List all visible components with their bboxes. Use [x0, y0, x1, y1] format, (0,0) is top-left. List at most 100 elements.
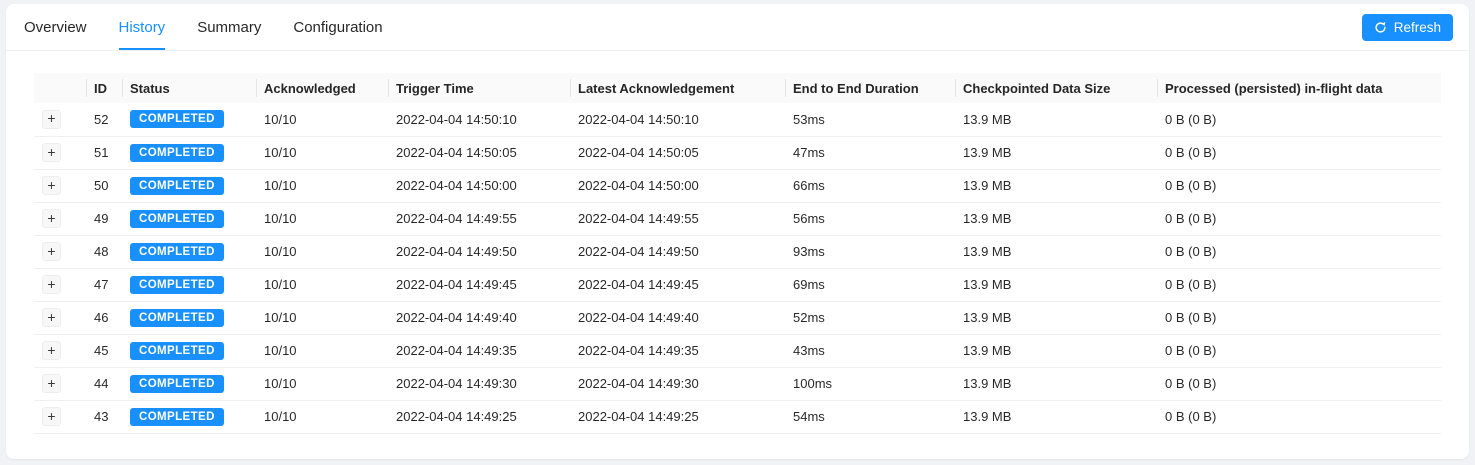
- status-badge: COMPLETED: [130, 275, 224, 294]
- cell-processed-in-flight: 0 B (0 B): [1157, 367, 1441, 401]
- cell-checkpointed-data-size: 13.9 MB: [955, 235, 1157, 269]
- status-badge: COMPLETED: [130, 110, 224, 129]
- tab-summary[interactable]: Summary: [197, 4, 261, 50]
- cell-end-to-end-duration: 54ms: [785, 400, 955, 434]
- cell-expand: +: [34, 334, 86, 368]
- cell-trigger-time: 2022-04-04 14:49:55: [388, 202, 570, 236]
- cell-latest-acknowledgement: 2022-04-04 14:50:05: [570, 136, 785, 170]
- cell-expand: +: [34, 268, 86, 302]
- tabs: Overview History Summary Configuration: [24, 4, 383, 50]
- table-row: + 50 COMPLETED 10/10 2022-04-04 14:50:00…: [34, 169, 1441, 203]
- status-badge: COMPLETED: [130, 407, 224, 426]
- cell-acknowledged: 10/10: [256, 400, 388, 434]
- expand-row-button[interactable]: +: [42, 374, 61, 393]
- cell-status: COMPLETED: [122, 334, 256, 368]
- cell-end-to-end-duration: 52ms: [785, 301, 955, 335]
- cell-trigger-time: 2022-04-04 14:49:45: [388, 268, 570, 302]
- cell-trigger-time: 2022-04-04 14:49:35: [388, 334, 570, 368]
- cell-status: COMPLETED: [122, 169, 256, 203]
- cell-latest-acknowledgement: 2022-04-04 14:49:25: [570, 400, 785, 434]
- expand-row-button[interactable]: +: [42, 341, 61, 360]
- tab-history[interactable]: History: [118, 4, 166, 50]
- cell-latest-acknowledgement: 2022-04-04 14:50:00: [570, 169, 785, 203]
- cell-trigger-time: 2022-04-04 14:50:10: [388, 103, 570, 137]
- cell-latest-acknowledgement: 2022-04-04 14:49:45: [570, 268, 785, 302]
- cell-end-to-end-duration: 56ms: [785, 202, 955, 236]
- cell-processed-in-flight: 0 B (0 B): [1157, 235, 1441, 269]
- cell-checkpointed-data-size: 13.9 MB: [955, 367, 1157, 401]
- cell-trigger-time: 2022-04-04 14:49:50: [388, 235, 570, 269]
- cell-end-to-end-duration: 69ms: [785, 268, 955, 302]
- cell-end-to-end-duration: 53ms: [785, 103, 955, 137]
- cell-status: COMPLETED: [122, 367, 256, 401]
- expand-row-button[interactable]: +: [42, 407, 61, 426]
- table-row: + 45 COMPLETED 10/10 2022-04-04 14:49:35…: [34, 334, 1441, 368]
- cell-acknowledged: 10/10: [256, 202, 388, 236]
- cell-id: 51: [86, 136, 122, 170]
- column-header: Status: [122, 73, 256, 103]
- cell-status: COMPLETED: [122, 268, 256, 302]
- cell-processed-in-flight: 0 B (0 B): [1157, 268, 1441, 302]
- status-badge: COMPLETED: [130, 374, 224, 393]
- expand-row-button[interactable]: +: [42, 109, 61, 129]
- table-row: + 44 COMPLETED 10/10 2022-04-04 14:49:30…: [34, 367, 1441, 401]
- cell-id: 46: [86, 301, 122, 335]
- cell-acknowledged: 10/10: [256, 334, 388, 368]
- cell-id: 45: [86, 334, 122, 368]
- table-header-row: ID Status Acknowledged Trigger Time Latest A…: [34, 73, 1441, 103]
- column-header: Checkpointed Data Size: [955, 73, 1157, 103]
- cell-processed-in-flight: 0 B (0 B): [1157, 301, 1441, 335]
- cell-end-to-end-duration: 43ms: [785, 334, 955, 368]
- table-container: ID Status Acknowledged Trigger Time Latest A…: [6, 51, 1469, 434]
- table-row: + 51 COMPLETED 10/10 2022-04-04 14:50:05…: [34, 136, 1441, 170]
- cell-status: COMPLETED: [122, 301, 256, 335]
- expand-row-button[interactable]: +: [42, 209, 61, 228]
- expand-row-button[interactable]: +: [42, 176, 61, 195]
- status-badge: COMPLETED: [130, 143, 224, 162]
- column-header: Processed (persisted) in-flight data: [1157, 73, 1441, 103]
- table-row: + 48 COMPLETED 10/10 2022-04-04 14:49:50…: [34, 235, 1441, 269]
- column-header: Trigger Time: [388, 73, 570, 103]
- cell-end-to-end-duration: 66ms: [785, 169, 955, 203]
- cell-id: 49: [86, 202, 122, 236]
- cell-expand: +: [34, 103, 86, 137]
- cell-end-to-end-duration: 93ms: [785, 235, 955, 269]
- cell-acknowledged: 10/10: [256, 301, 388, 335]
- cell-acknowledged: 10/10: [256, 235, 388, 269]
- cell-latest-acknowledgement: 2022-04-04 14:49:55: [570, 202, 785, 236]
- cell-trigger-time: 2022-04-04 14:49:30: [388, 367, 570, 401]
- cell-status: COMPLETED: [122, 235, 256, 269]
- cell-end-to-end-duration: 100ms: [785, 367, 955, 401]
- tab-overview[interactable]: Overview: [24, 4, 87, 50]
- refresh-button[interactable]: Refresh: [1361, 13, 1453, 41]
- expand-row-button[interactable]: +: [42, 275, 61, 294]
- table-row: + 52 COMPLETED 10/10 2022-04-04 14:50:10…: [34, 103, 1441, 137]
- cell-trigger-time: 2022-04-04 14:50:00: [388, 169, 570, 203]
- cell-expand: +: [34, 202, 86, 236]
- cell-status: COMPLETED: [122, 136, 256, 170]
- cell-id: 52: [86, 103, 122, 137]
- table-row: + 46 COMPLETED 10/10 2022-04-04 14:49:40…: [34, 301, 1441, 335]
- cell-status: COMPLETED: [122, 103, 256, 137]
- column-header: End to End Duration: [785, 73, 955, 103]
- expand-row-button[interactable]: +: [42, 242, 61, 261]
- cell-expand: +: [34, 301, 86, 335]
- cell-expand: +: [34, 169, 86, 203]
- column-header: Latest Acknowledgement: [570, 73, 785, 103]
- cell-expand: +: [34, 235, 86, 269]
- table-row: + 47 COMPLETED 10/10 2022-04-04 14:49:45…: [34, 268, 1441, 302]
- cell-checkpointed-data-size: 13.9 MB: [955, 136, 1157, 170]
- cell-trigger-time: 2022-04-04 14:49:25: [388, 400, 570, 434]
- cell-checkpointed-data-size: 13.9 MB: [955, 103, 1157, 137]
- status-badge: COMPLETED: [130, 209, 224, 228]
- expand-row-button[interactable]: +: [42, 143, 61, 162]
- cell-checkpointed-data-size: 13.9 MB: [955, 400, 1157, 434]
- cell-processed-in-flight: 0 B (0 B): [1157, 202, 1441, 236]
- status-badge: COMPLETED: [130, 176, 224, 195]
- cell-processed-in-flight: 0 B (0 B): [1157, 400, 1441, 434]
- tab-configuration[interactable]: Configuration: [293, 4, 382, 50]
- cell-id: 48: [86, 235, 122, 269]
- cell-end-to-end-duration: 47ms: [785, 136, 955, 170]
- expand-row-button[interactable]: +: [42, 308, 61, 327]
- cell-id: 50: [86, 169, 122, 203]
